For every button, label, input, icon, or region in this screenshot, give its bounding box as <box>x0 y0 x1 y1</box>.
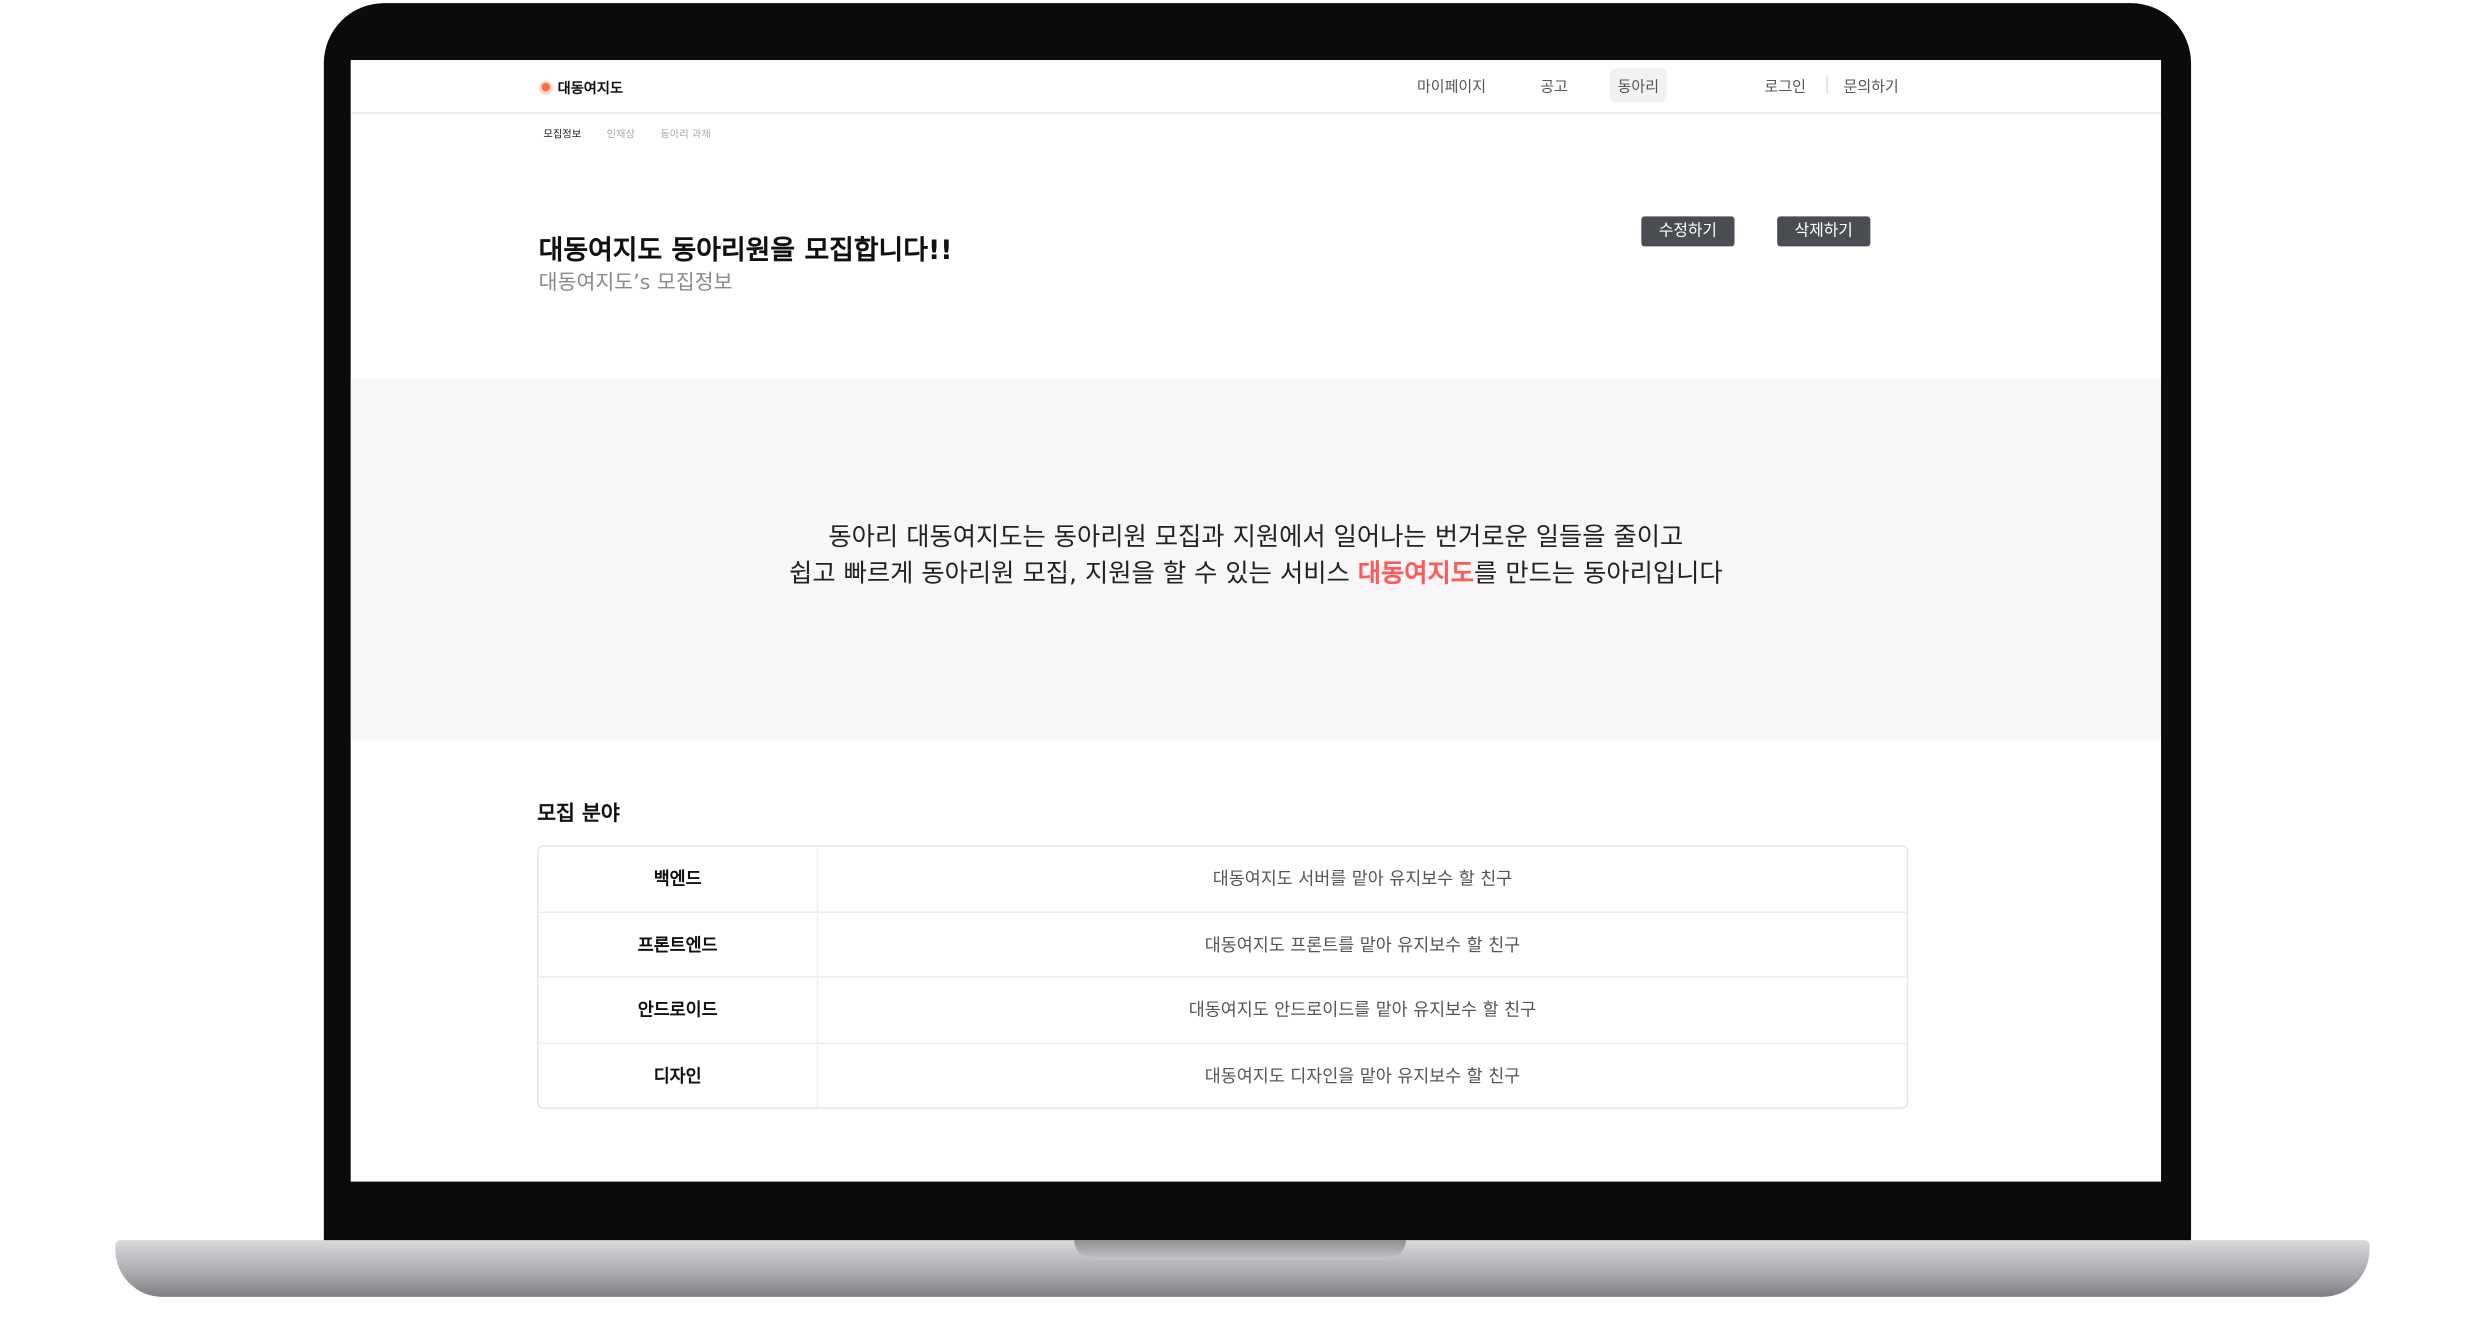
laptop-screen: ● 대동여지도 마이페이지 공고 동아리 로그인 문의하기 모집정보 인재상 동아… <box>350 60 2162 1182</box>
intro-band: 동아리 대동여지도는 동아리원 모집과 지원에서 일어나는 번거로운 일들을 줄… <box>350 379 2162 740</box>
fields-table: 백엔드 대동여지도 서버를 맡아 유지보수 할 친구 프론트엔드 대동여지도 프론트… <box>537 845 1909 1109</box>
table-row: 백엔드 대동여지도 서버를 맡아 유지보수 할 친구 <box>538 846 1907 913</box>
tab-ideal-member[interactable]: 인재상 <box>607 125 635 141</box>
tab-recruit-info[interactable]: 모집정보 <box>543 125 581 141</box>
field-name: 프론트엔드 <box>538 912 819 978</box>
tab-club-task[interactable]: 동아리 과제 <box>660 125 711 141</box>
intro-text-pre: 쉽고 빠르게 동아리원 모집, 지원을 할 수 있는 서비스 <box>789 557 1358 588</box>
intro-line-1: 동아리 대동여지도는 동아리원 모집과 지원에서 일어나는 번거로운 일들을 줄… <box>828 521 1684 552</box>
divider <box>1826 75 1828 94</box>
table-row: 안드로이드 대동여지도 안드로이드를 맡아 유지보수 할 친구 <box>538 977 1907 1044</box>
table-row: 디자인 대동여지도 디자인을 맡아 유지보수 할 친구 <box>539 1043 1907 1108</box>
nav-club[interactable]: 동아리 <box>1609 67 1667 103</box>
logo[interactable]: ● 대동여지도 <box>538 77 624 98</box>
delete-button[interactable]: 삭제하기 <box>1777 216 1871 247</box>
site-header: ● 대동여지도 마이페이지 공고 동아리 로그인 문의하기 <box>350 60 2162 114</box>
page-title: 대동여지도 동아리원을 모집합니다!! <box>538 235 953 267</box>
paw-icon: ● <box>538 80 553 95</box>
nav-mypage[interactable]: 마이페이지 <box>1417 74 1486 96</box>
intro-highlight: 대동여지도 <box>1357 557 1475 588</box>
login-link[interactable]: 로그인 <box>1765 74 1806 96</box>
logo-text: 대동여지도 <box>557 82 624 98</box>
laptop-notch <box>1074 1240 1406 1260</box>
section-title: 모집 분야 <box>537 802 620 827</box>
contact-link[interactable]: 문의하기 <box>1844 74 1899 96</box>
nav-notice[interactable]: 공고 <box>1540 74 1568 96</box>
field-desc: 대동여지도 서버를 맡아 유지보수 할 친구 <box>818 847 1907 913</box>
edit-button[interactable]: 수정하기 <box>1641 216 1735 247</box>
intro-line-2: 쉽고 빠르게 동아리원 모집, 지원을 할 수 있는 서비스 대동여지도를 만드… <box>351 554 2161 590</box>
page-subtitle: 대동여지도’s 모집정보 <box>538 271 733 296</box>
field-desc: 대동여지도 안드로이드를 맡아 유지보수 할 친구 <box>818 978 1907 1044</box>
field-desc: 대동여지도 디자인을 맡아 유지보수 할 친구 <box>1204 1065 1521 1087</box>
intro-text: 동아리 대동여지도는 동아리원 모집과 지원에서 일어나는 번거로운 일들을 줄… <box>351 518 2161 591</box>
intro-text-post: 를 만드는 동아리입니다 <box>1474 557 1723 588</box>
field-name: 안드로이드 <box>538 977 819 1044</box>
field-name: 디자인 <box>539 1043 819 1108</box>
table-row: 프론트엔드 대동여지도 프론트를 맡아 유지보수 할 친구 <box>538 912 1907 978</box>
field-name: 백엔드 <box>538 846 819 913</box>
field-desc: 대동여지도 프론트를 맡아 유지보수 할 친구 <box>818 912 1907 978</box>
